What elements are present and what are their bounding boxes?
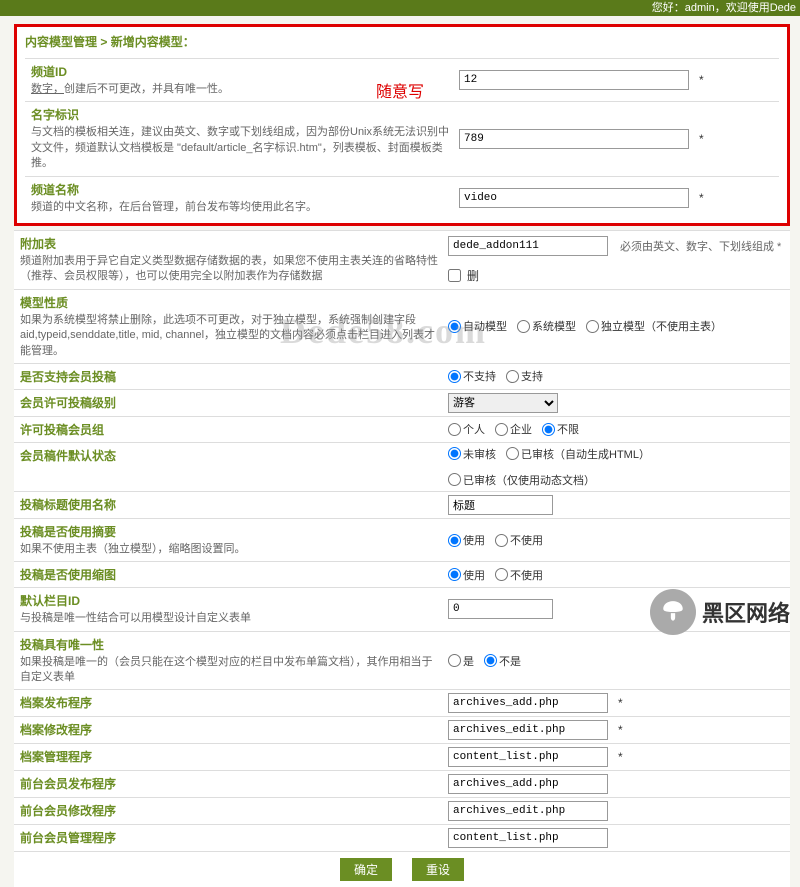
radio-usedesc-yes[interactable] [448,534,461,547]
addon-table-input[interactable] [448,236,608,256]
label-use-desc: 投稿是否使用摘要 如果不使用主表（独立模型），缩略图设置同。 [14,519,444,561]
label-default-cat: 默认栏目ID 与投稿是唯一性结合可以用模型设计自定义表单 [14,588,444,630]
radio-personal[interactable] [448,423,461,436]
site-watermark: 黑区网络 [650,589,790,635]
label-list-tpl: 档案管理程序 [14,744,444,770]
channel-id-input[interactable] [459,70,689,90]
label-mem-list: 前台会员管理程序 [14,825,444,851]
label-edit-tpl: 档案修改程序 [14,717,444,743]
radio-usethumb-yes[interactable] [448,568,461,581]
label-allow-member: 是否支持会员投稿 [14,364,444,389]
annotation-text: 随意写 [376,78,424,102]
label-title-name: 投稿标题使用名称 [14,492,444,518]
label-addon-table: 附加表 频道附加表用于异它自定义类型数据存储数据的表，如果您不使用主表关连的省略… [14,231,444,289]
breadcrumb: 内容模型管理 > 新增内容模型： [25,33,779,50]
radio-auto-model[interactable] [448,320,461,333]
reset-button[interactable]: 重设 [412,858,464,881]
radio-indep-model[interactable] [586,320,599,333]
label-mem-add: 前台会员发布程序 [14,771,444,797]
model-type-radios: 自动模型 系统模型 独立模型（不使用主表） [444,290,790,363]
label-unique: 投稿具有唯一性 如果投稿是唯一的（会员只能在这个模型对应的栏目中发布单篇文档），… [14,632,444,690]
channel-name-input[interactable] [459,188,689,208]
label-add-tpl: 档案发布程序 [14,690,444,716]
label-use-thumb: 投稿是否使用缩图 [14,562,444,587]
list-tpl-input[interactable] [448,747,608,767]
ok-button[interactable]: 确定 [340,858,392,881]
member-level-select[interactable]: 游客 [448,393,558,413]
highlight-box: 内容模型管理 > 新增内容模型： 频道ID 数字，创建后不可更改，并具有唯一性。… [14,24,790,226]
radio-usethumb-no[interactable] [495,568,508,581]
radio-usedesc-no[interactable] [495,534,508,547]
mem-add-input[interactable] [448,774,608,794]
label-model-type: 模型性质 如果为系统模型将禁止删除，此选项不可更改，对于独立模型，系统强制创建字… [14,290,444,363]
mushroom-icon [650,589,696,635]
radio-support[interactable] [506,370,519,383]
edit-tpl-input[interactable] [448,720,608,740]
radio-unlimited[interactable] [542,423,555,436]
mem-list-input[interactable] [448,828,608,848]
label-default-status: 会员稿件默认状态 [14,443,444,491]
label-mem-edit: 前台会员修改程序 [14,798,444,824]
radio-system-model[interactable] [517,320,530,333]
radio-reviewed-dynamic[interactable] [448,473,461,486]
default-cat-input[interactable] [448,599,553,619]
mem-edit-input[interactable] [448,801,608,821]
topbar: 您好：admin，欢迎使用Dede [0,0,800,16]
name-id-input[interactable] [459,129,689,149]
label-allow-group: 许可投稿会员组 [14,417,444,442]
radio-nosupport[interactable] [448,370,461,383]
addon-delete-checkbox[interactable] [448,269,461,282]
title-name-input[interactable] [448,495,553,515]
add-tpl-input[interactable] [448,693,608,713]
radio-company[interactable] [495,423,508,436]
radio-unique-yes[interactable] [448,654,461,667]
breadcrumb-link[interactable]: 内容模型管理 [25,35,97,49]
label-member-level: 会员许可投稿级别 [14,390,444,416]
radio-unreviewed[interactable] [448,447,461,460]
label-name-id: 名字标识 与文档的模板相关连，建议由英文、数字或下划线组成，因为部份Unix系统… [25,102,455,175]
label-channel-name: 频道名称 频道的中文名称，在后台管理，前台发布等均使用此名字。 [25,177,455,219]
radio-reviewed-html[interactable] [506,447,519,460]
radio-unique-no[interactable] [484,654,497,667]
